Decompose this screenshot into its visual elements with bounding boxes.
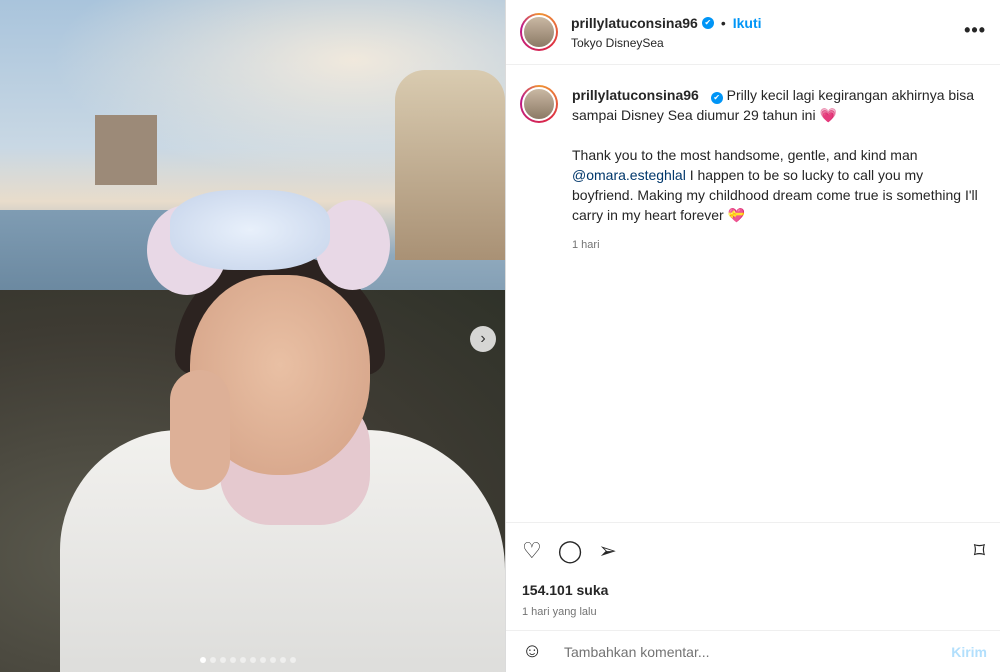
carousel-dot: [210, 657, 216, 663]
avatar[interactable]: [520, 13, 558, 51]
caption-username[interactable]: prillylatuconsina96: [572, 87, 699, 103]
share-icon[interactable]: ➢: [598, 538, 616, 564]
heart-emoji: 💗: [819, 107, 837, 123]
comment-box: ☺ Kirim: [506, 630, 1000, 672]
photo-bow: [170, 190, 330, 270]
carousel-dots: [200, 657, 296, 663]
location-link[interactable]: Tokyo DisneySea: [571, 36, 762, 50]
carousel-dot: [220, 657, 226, 663]
separator: •: [720, 14, 726, 31]
carousel-dot: [260, 657, 266, 663]
carousel-dot: [270, 657, 276, 663]
comment-input[interactable]: [564, 643, 952, 660]
likes-count[interactable]: 154.101 suka: [522, 582, 985, 598]
chevron-right-icon: ›: [480, 330, 486, 347]
caption-block: prillylatuconsina96 ✔ Prilly kecil lagi …: [506, 65, 1000, 255]
verified-icon: ✔: [701, 16, 714, 29]
carousel-dot: [250, 657, 256, 663]
post-date[interactable]: 1 hari yang lalu: [522, 606, 985, 618]
verified-icon: ✔: [710, 92, 723, 104]
actions-area: ♡ ◯ ➢ ⌑ 154.101 suka 1 hari yang lalu: [506, 522, 1000, 618]
post-photo[interactable]: ›: [0, 0, 505, 672]
like-icon[interactable]: ♡: [522, 538, 542, 564]
more-options-icon[interactable]: •••: [964, 20, 986, 41]
emoji-icon[interactable]: ☺: [522, 640, 552, 663]
carousel-dot: [200, 657, 206, 663]
post-side-panel: prillylatuconsina96 ✔ • Ikuti Tokyo Disn…: [505, 0, 1000, 672]
post-header: prillylatuconsina96 ✔ • Ikuti Tokyo Disn…: [506, 0, 1000, 65]
photo-tower: [95, 115, 157, 185]
username-link[interactable]: prillylatuconsina96: [571, 15, 698, 31]
follow-button[interactable]: Ikuti: [733, 15, 762, 31]
bookmark-icon[interactable]: ⌑: [974, 538, 985, 564]
caption-time[interactable]: 1 hari: [572, 235, 986, 255]
carousel-dot: [230, 657, 236, 663]
carousel-dot: [290, 657, 296, 663]
photo-castle: [395, 70, 505, 260]
carousel-dot: [280, 657, 286, 663]
photo-hand: [170, 370, 230, 490]
comment-icon[interactable]: ◯: [558, 538, 583, 564]
carousel-dot: [240, 657, 246, 663]
caption-avatar[interactable]: [520, 85, 558, 123]
carousel-next-button[interactable]: ›: [470, 326, 496, 352]
send-button[interactable]: Kirim: [951, 644, 987, 660]
heart-gift-emoji: 💝: [727, 207, 746, 223]
instagram-post-view: › prillylatuconsina96 ✔ • Ikuti Tokyo Di…: [0, 0, 1000, 672]
caption-text-2: Thank you to the most handsome, gentle, …: [572, 147, 918, 163]
mention-link[interactable]: @omara.esteghlal: [572, 167, 686, 183]
